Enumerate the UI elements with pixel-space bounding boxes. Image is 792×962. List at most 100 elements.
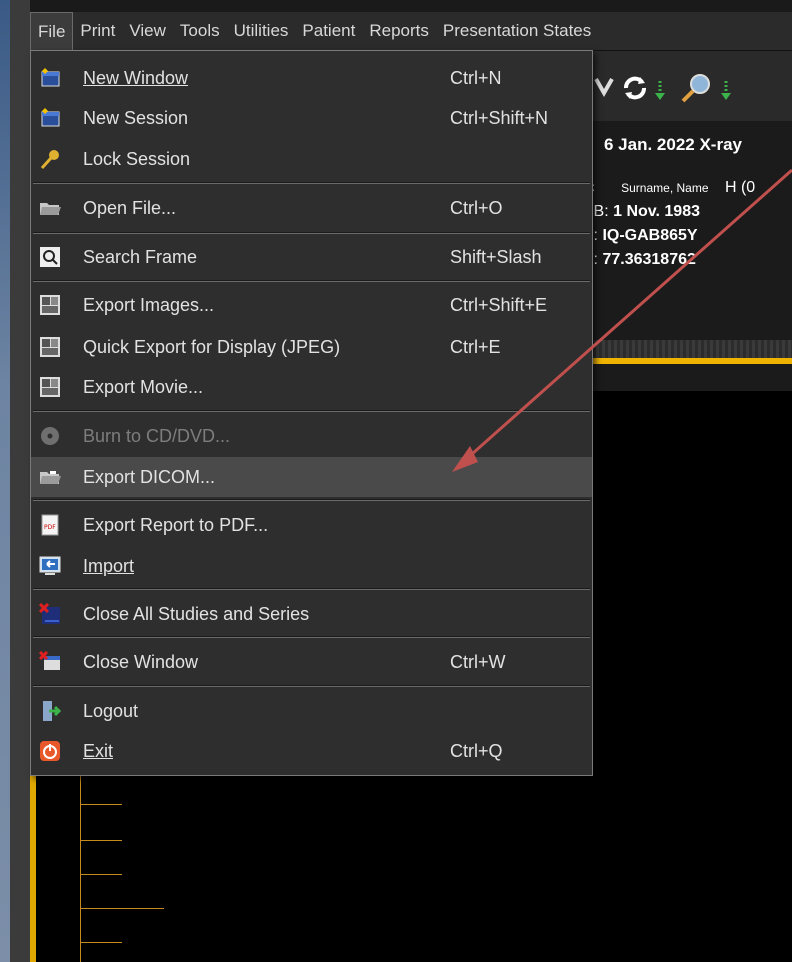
menu-patient[interactable]: Patient <box>295 12 362 50</box>
folder-export-icon <box>40 471 61 484</box>
menu-reports[interactable]: Reports <box>362 12 436 50</box>
menu-separator <box>33 588 590 590</box>
menu-item-shortcut: Ctrl+N <box>450 68 502 88</box>
green-down-arrow-icon[interactable] <box>652 73 668 103</box>
menu-item-label: New Window <box>83 68 189 88</box>
menu-item-label: Close Window <box>83 652 199 672</box>
menu-item-label: Export Report to PDF... <box>83 515 269 535</box>
menu-item-label: New Session <box>83 108 189 128</box>
menu-separator <box>33 182 590 184</box>
menubar: File Print View Tools Utilities Patient … <box>30 11 792 51</box>
tree-branch <box>80 840 122 841</box>
patient-sex: H (0 <box>724 179 756 196</box>
new-session-icon <box>41 108 60 127</box>
menu-item-label: Export DICOM... <box>83 467 216 487</box>
menu-separator <box>33 636 590 638</box>
close-all-icon <box>39 603 60 624</box>
menu-item-label: Exit <box>83 741 114 761</box>
menu-item-shortcut: Shift+Slash <box>450 247 542 267</box>
menu-item-label: Logout <box>83 701 139 721</box>
search-frame-icon <box>40 247 60 267</box>
viewport-highlight-bar <box>590 358 792 364</box>
menu-item-close-window[interactable]: Close Window Ctrl+W <box>31 642 592 682</box>
key-icon <box>40 150 59 170</box>
tree-branch <box>80 942 122 943</box>
export-images-icon <box>40 295 60 315</box>
pdf-icon: PDF <box>41 514 59 536</box>
menu-item-logout[interactable]: Logout <box>31 691 592 731</box>
menu-item-label: Quick Export for Display (JPEG) <box>83 337 341 357</box>
menu-item-label: Search Frame <box>83 247 198 267</box>
menu-item-new-session[interactable]: New Session Ctrl+Shift+N <box>31 98 592 138</box>
menu-item-export-report-pdf[interactable]: PDF Export Report to PDF... <box>31 505 592 545</box>
dob-row: DB: 1 Nov. 1983 <box>582 203 700 221</box>
exit-icon <box>40 741 60 761</box>
logout-icon <box>43 701 61 721</box>
left-panel-edge <box>10 0 30 962</box>
study-date-type: 6 Jan. 2022 X-ray <box>604 135 742 154</box>
tree-accent-bar <box>30 770 36 962</box>
menu-item-lock-session[interactable]: Lock Session <box>31 139 592 179</box>
menu-item-shortcut: Ctrl+Shift+E <box>450 295 548 315</box>
menu-utilities[interactable]: Utilities <box>227 12 296 50</box>
menu-item-search-frame[interactable]: Search Frame Shift+Slash <box>31 237 592 277</box>
menu-item-shortcut: Ctrl+Shift+N <box>450 108 549 128</box>
menu-item-exit[interactable]: Exit Ctrl+Q <box>31 731 592 771</box>
menu-item-label: Open File... <box>83 198 177 218</box>
patient-id-value: IQ-GAB865Y <box>602 227 698 244</box>
menu-item-shortcut: Ctrl+Q <box>450 741 503 761</box>
patient-name: Surname, Name <box>621 181 709 195</box>
toolbar <box>590 51 792 121</box>
tree-branch <box>80 804 122 805</box>
menu-item-export-images[interactable]: Export Images... Ctrl+Shift+E <box>31 285 592 325</box>
menu-item-close-all-studies[interactable]: Close All Studies and Series <box>31 594 592 634</box>
menu-item-import[interactable]: Import <box>31 546 592 586</box>
menu-view[interactable]: View <box>122 12 173 50</box>
menu-separator <box>33 410 590 412</box>
splitter-bar[interactable] <box>590 340 792 358</box>
dropdown-icon[interactable] <box>592 73 622 103</box>
series-tree <box>30 770 590 962</box>
tree-branch <box>80 908 164 909</box>
menu-item-shortcut: Ctrl+E <box>450 337 501 357</box>
menu-file[interactable]: File <box>30 11 74 51</box>
menu-item-label: Burn to CD/DVD... <box>83 426 231 446</box>
file-menu-dropdown: New Window Ctrl+N New Session Ctrl+Shift… <box>30 50 593 776</box>
folder-open-icon <box>40 203 61 215</box>
uid-row: C: 77.36318762 <box>582 251 696 269</box>
uid-value: 77.36318762 <box>602 251 696 268</box>
dob-value: 1 Nov. 1983 <box>613 203 700 220</box>
menu-item-quick-export[interactable]: Quick Export for Display (JPEG) Ctrl+E <box>31 327 592 367</box>
menu-item-export-movie[interactable]: Export Movie... <box>31 367 592 407</box>
menu-item-open-file[interactable]: Open File... Ctrl+O <box>31 188 592 228</box>
menu-item-label: Close All Studies and Series <box>83 604 310 624</box>
svg-text:PDF: PDF <box>44 524 56 531</box>
menu-separator <box>33 685 590 687</box>
export-images-icon <box>40 337 60 357</box>
menu-item-label: Import <box>83 556 135 576</box>
refresh-icon[interactable] <box>620 73 650 103</box>
close-window-icon <box>39 651 60 670</box>
patient-id-row: D: IQ-GAB865Y <box>582 227 698 245</box>
left-window-edge <box>0 0 10 962</box>
tree-branch <box>80 874 122 875</box>
patient-name-row: C Surname, Name H (0 <box>586 179 755 197</box>
import-icon <box>39 556 61 575</box>
green-down-arrow-icon[interactable] <box>718 73 734 103</box>
menu-item-new-window[interactable]: New Window Ctrl+N <box>31 58 592 98</box>
menu-separator <box>33 280 590 282</box>
menu-separator <box>33 499 590 501</box>
menu-item-label: Export Movie... <box>83 377 204 397</box>
menu-item-label: Lock Session <box>83 149 191 169</box>
menu-item-shortcut: Ctrl+O <box>450 198 503 218</box>
menu-item-export-dicom[interactable]: Export DICOM... <box>31 457 592 497</box>
export-images-icon <box>40 377 60 397</box>
menu-presentation-states[interactable]: Presentation States <box>436 12 598 50</box>
menu-separator <box>33 232 590 234</box>
menu-print[interactable]: Print <box>73 12 122 50</box>
menu-item-shortcut: Ctrl+W <box>450 652 506 672</box>
menu-tools[interactable]: Tools <box>173 12 227 50</box>
magnifier-icon[interactable] <box>678 73 714 103</box>
menu-item-label: Export Images... <box>83 295 215 315</box>
menu-item-burn-cd: Burn to CD/DVD... <box>31 416 592 456</box>
